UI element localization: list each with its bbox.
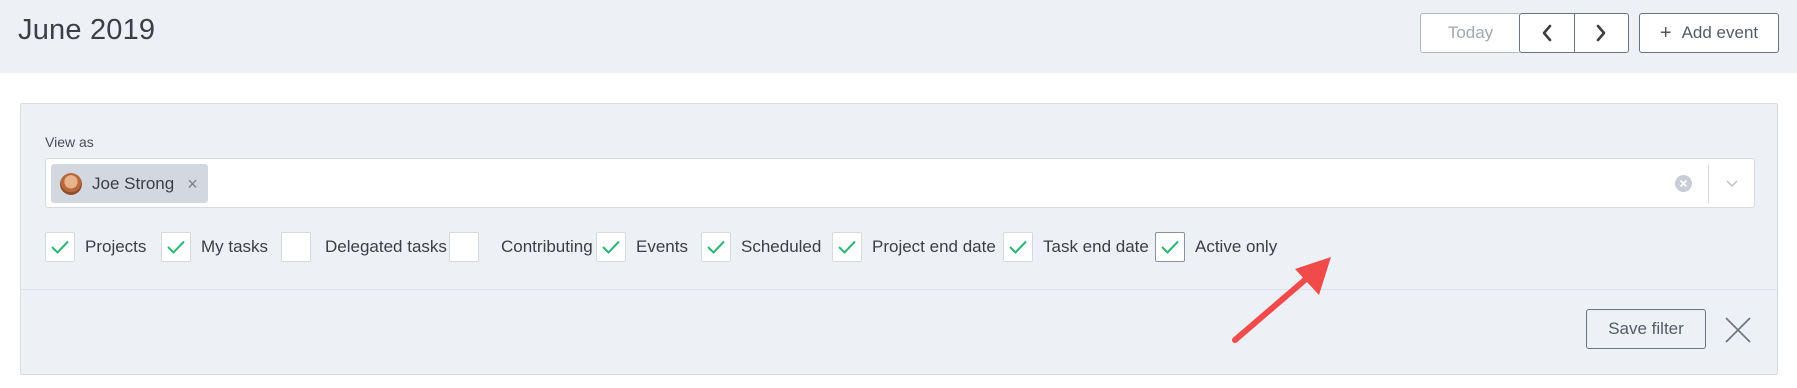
check-icon: [602, 240, 620, 254]
filter-contributing[interactable]: Contributing: [449, 232, 593, 262]
remove-user-icon[interactable]: ×: [187, 175, 198, 193]
filter-label: Active only: [1195, 237, 1278, 256]
filter-label: Projects: [85, 237, 147, 256]
selected-user-name: Joe Strong: [92, 173, 175, 193]
view-as-label: View as: [45, 134, 94, 150]
filter-project-end-date[interactable]: Project end date: [832, 232, 996, 262]
plus-icon: +: [1659, 22, 1672, 44]
next-month-button[interactable]: [1573, 14, 1629, 52]
checkbox[interactable]: [1003, 232, 1033, 262]
filter-label: My tasks: [201, 237, 269, 256]
save-filter-button[interactable]: Save filter: [1586, 309, 1706, 349]
annotation-arrow-icon: [1232, 257, 1331, 343]
add-event-label: Add event: [1681, 23, 1759, 42]
filter-projects[interactable]: Projects: [45, 232, 146, 262]
panel-divider: [21, 289, 1777, 290]
avatar: [60, 172, 82, 195]
filter-delegated-tasks[interactable]: Delegated tasks: [281, 232, 447, 262]
close-icon[interactable]: [1724, 316, 1752, 344]
filter-my-tasks[interactable]: My tasks: [161, 232, 268, 262]
add-event-button[interactable]: + Add event: [1639, 13, 1779, 53]
checkbox[interactable]: [45, 232, 75, 262]
check-icon: [167, 240, 185, 254]
today-button[interactable]: Today: [1420, 13, 1521, 53]
filter-label: Scheduled: [741, 237, 822, 256]
previous-month-button[interactable]: [1520, 14, 1574, 52]
filter-events[interactable]: Events: [596, 232, 688, 262]
check-icon: [1009, 240, 1027, 254]
filter-label: Contributing: [501, 237, 593, 256]
clear-selection-icon[interactable]: [1675, 175, 1692, 192]
filter-label: Delegated tasks: [325, 237, 447, 256]
filter-label: Events: [636, 237, 688, 256]
view-as-select[interactable]: Joe Strong ×: [45, 158, 1755, 208]
select-divider: [1708, 165, 1709, 203]
filter-scheduled[interactable]: Scheduled: [701, 232, 821, 262]
check-icon: [838, 240, 856, 254]
filter-panel: View as Joe Strong × Projects My tasks D…: [20, 103, 1778, 375]
check-icon: [1161, 240, 1179, 254]
calendar-header: June 2019 Today + Add event: [0, 0, 1797, 73]
checkbox[interactable]: [596, 232, 626, 262]
check-icon: [707, 240, 725, 254]
selected-user-chip: Joe Strong ×: [51, 164, 208, 203]
checkbox[interactable]: [161, 232, 191, 262]
checkbox[interactable]: [701, 232, 731, 262]
filter-label: Project end date: [872, 237, 996, 256]
check-icon: [51, 240, 69, 254]
page-title: June 2019: [18, 14, 156, 46]
checkbox[interactable]: [1155, 232, 1185, 262]
checkbox[interactable]: [281, 232, 311, 262]
filter-task-end-date[interactable]: Task end date: [1003, 232, 1149, 262]
chevron-right-icon: [1596, 24, 1606, 42]
chevron-down-icon[interactable]: [1722, 176, 1742, 192]
filter-label: Task end date: [1043, 237, 1149, 256]
month-navigation: [1519, 13, 1629, 53]
filter-options: Projects My tasks Delegated tasks Contri…: [45, 232, 1765, 262]
checkbox[interactable]: [449, 232, 479, 262]
checkbox[interactable]: [832, 232, 862, 262]
chevron-left-icon: [1542, 24, 1552, 42]
